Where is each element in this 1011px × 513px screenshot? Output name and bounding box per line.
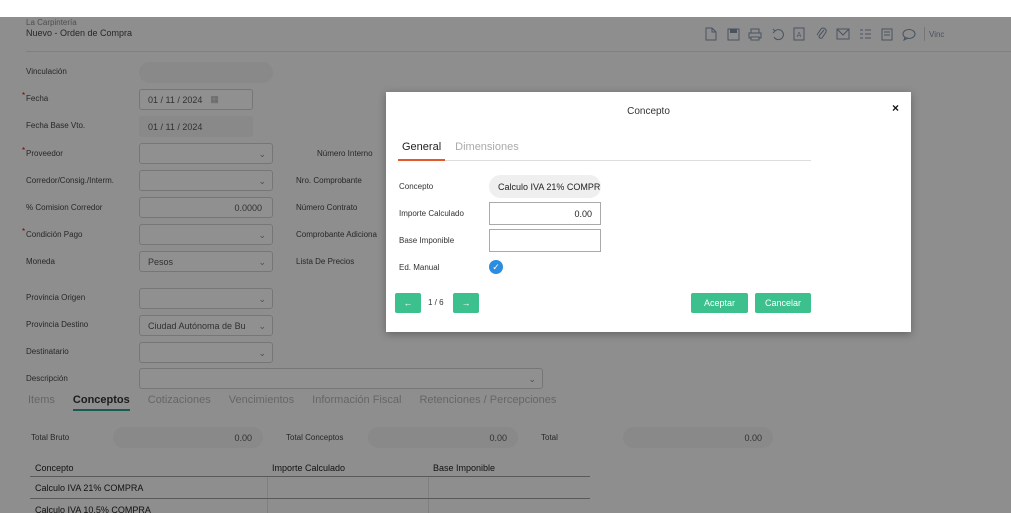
- concepto-dialog: Concepto × General Dimensiones Concepto …: [386, 92, 911, 332]
- base-imponible-input[interactable]: [489, 229, 601, 252]
- importe-calculado-input[interactable]: 0.00: [489, 202, 601, 225]
- tab-general[interactable]: General: [398, 141, 446, 161]
- concepto-field: Calculo IVA 21% COMPRA: [489, 175, 601, 198]
- top-strip: [0, 0, 1011, 17]
- concepto-label: Concepto: [399, 182, 434, 191]
- importe-calculado-label: Importe Calculado: [399, 209, 464, 218]
- screen: La Carpintería Nuevo - Orden de Compra A: [0, 0, 1011, 513]
- tab-dimensiones[interactable]: Dimensiones: [451, 141, 523, 161]
- next-button[interactable]: →: [453, 293, 479, 313]
- previous-button[interactable]: ←: [395, 293, 421, 313]
- base-imponible-label: Base Imponible: [399, 236, 455, 245]
- dialog-title: Concepto: [627, 106, 670, 117]
- aceptar-button[interactable]: Aceptar: [691, 293, 748, 313]
- ed-manual-label: Ed. Manual: [399, 263, 440, 272]
- close-icon[interactable]: ×: [892, 101, 899, 115]
- dialog-tabs: General Dimensiones: [398, 141, 811, 161]
- pager-indicator: 1 / 6: [428, 298, 444, 307]
- arrow-right-icon: →: [461, 298, 471, 308]
- cancelar-button[interactable]: Cancelar: [755, 293, 811, 313]
- arrow-left-icon: ←: [403, 298, 413, 308]
- ed-manual-checkbox[interactable]: ✓: [489, 260, 503, 274]
